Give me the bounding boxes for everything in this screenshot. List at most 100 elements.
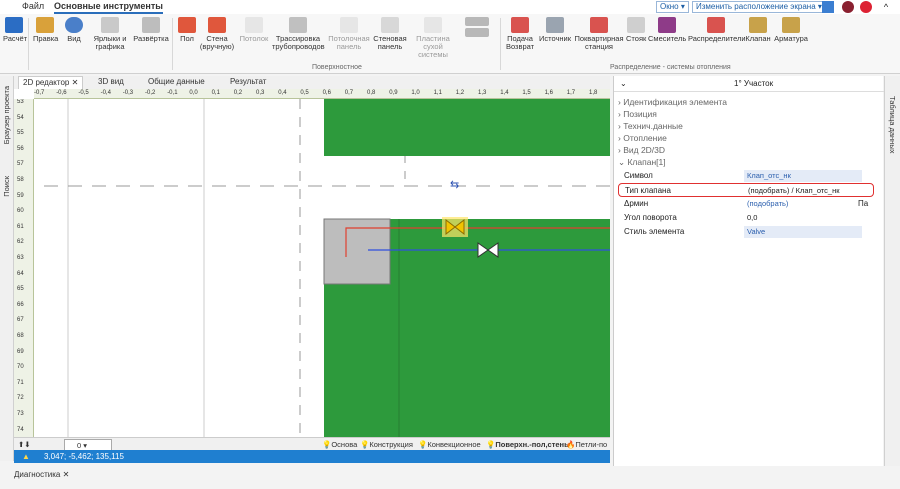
section-heating[interactable]: › Отопление xyxy=(618,133,667,143)
window-button[interactable]: Окно ▾ xyxy=(656,1,689,13)
prop-symbol-value[interactable]: Клап_отс_нк xyxy=(744,170,862,182)
small-tools[interactable] xyxy=(460,17,494,39)
layer-tab-construction[interactable]: 💡Конструкция xyxy=(360,439,413,450)
distributors-button[interactable]: Распределители xyxy=(688,17,746,43)
section-identification[interactable]: › Идентификация элемента xyxy=(618,97,727,107)
edit-button[interactable]: Правка xyxy=(33,17,58,43)
heating-surface-top[interactable] xyxy=(324,99,610,156)
ruler-tick-label: 69 xyxy=(17,348,24,355)
right-sidebar: Таблица данных xyxy=(884,76,900,466)
wall-panel-button[interactable]: Стеновая панель xyxy=(372,17,408,51)
layer-tab-convection[interactable]: 💡Конвекционное xyxy=(418,439,481,450)
properties-title: 1° Участок xyxy=(734,79,774,88)
tab-common-data[interactable]: Общие данные xyxy=(144,76,209,89)
ribbon-divider xyxy=(172,18,173,70)
collapse-chevron-icon[interactable]: ⌄ xyxy=(620,76,627,92)
ruler-tick-label: 1,8 xyxy=(589,90,598,96)
ruler-tick-label: -0,5 xyxy=(78,90,89,96)
search-tab[interactable]: Поиск xyxy=(2,176,11,197)
spread-icon xyxy=(142,17,160,33)
ruler-tick-label: 60 xyxy=(17,208,24,215)
supply-button[interactable]: Подача Возврат xyxy=(504,17,536,51)
prop-symbol: Символ Клап_отс_нк xyxy=(618,169,874,183)
menu-file[interactable]: Файл xyxy=(22,1,44,14)
ruler-tick-label: -0,1 xyxy=(167,90,178,96)
drawing-canvas[interactable]: ⇆ xyxy=(14,89,610,437)
section-tech-data[interactable]: › Технич.данные xyxy=(618,121,683,131)
section-position[interactable]: › Позиция xyxy=(618,109,657,119)
tab-2d-editor[interactable]: 2D редактор ✕ xyxy=(18,76,84,89)
trace-label: Трассировка трубопроводов xyxy=(272,34,325,51)
fittings-label: Арматура xyxy=(774,34,808,43)
section-tech-data-label: Технич.данные xyxy=(623,121,683,131)
prop-style: Стиль элемента Valve xyxy=(618,225,874,239)
canvas-footer: ⬆⬇ 0 ▾ 💡Основа 💡Конструкция 💡Конвекционн… xyxy=(14,437,610,452)
ribbon: Расчёт Правка Вид Ярлыки и графика Развё… xyxy=(0,14,900,74)
collapse-ribbon-icon[interactable]: ^ xyxy=(880,1,892,13)
ruler-tick-label: -0,4 xyxy=(100,90,111,96)
riser-button[interactable]: Стояк xyxy=(626,17,646,43)
window-icon[interactable] xyxy=(822,1,834,13)
supply-icon xyxy=(511,17,529,33)
ruler-tick-label: -0,2 xyxy=(145,90,156,96)
prop-rotation-value[interactable]: 0,0 xyxy=(744,212,862,224)
diagnostics-tab[interactable]: Диагностика ✕ xyxy=(14,470,69,482)
ruler-tick-label: -0,3 xyxy=(122,90,134,96)
prop-style-label: Стиль элемента xyxy=(624,227,685,236)
nav-icons[interactable]: ⬆⬇ xyxy=(18,439,31,450)
ruler-tick-label: 58 xyxy=(17,177,24,183)
section-view-label: Вид 2D/3D xyxy=(623,145,666,155)
trace-button[interactable]: Трассировка трубопроводов xyxy=(272,17,325,51)
app-window: Файл Основные инструменты Окно ▾ Изменит… xyxy=(0,0,900,489)
station-button[interactable]: Поквартирная станция xyxy=(573,17,625,51)
tab-3d-view[interactable]: 3D вид xyxy=(94,76,128,89)
data-table-tab[interactable]: Таблица данных xyxy=(888,96,897,153)
close-icon[interactable]: ✕ xyxy=(72,78,79,87)
dry-plate-button[interactable]: Пластина сухой системы xyxy=(408,17,458,59)
ruler-tick-label: 0,7 xyxy=(344,90,354,96)
source-button[interactable]: Источник xyxy=(538,17,572,43)
spread-button[interactable]: Развёртка xyxy=(133,17,169,43)
ceiling-panel-button[interactable]: Потолочная панель xyxy=(327,17,371,51)
layer-tab-loops[interactable]: 🔥Петли-по xyxy=(566,439,607,450)
grid-tools-icon xyxy=(465,28,489,37)
menu-main-tools[interactable]: Основные инструменты xyxy=(54,1,163,14)
fittings-button[interactable]: Арматура xyxy=(772,17,810,43)
ruler-tick-label: 66 xyxy=(17,301,24,308)
project-browser-tab[interactable]: Браузер проекта xyxy=(2,86,11,144)
view-button[interactable]: Вид xyxy=(64,17,84,43)
warning-icon[interactable]: ▲ xyxy=(22,450,30,463)
floor-button[interactable]: Пол xyxy=(177,17,197,43)
help-icon[interactable] xyxy=(842,1,854,13)
station-icon xyxy=(590,17,608,33)
layer-tab-loops-label: Петли-по xyxy=(575,440,608,449)
ruler-tick-label: 0,1 xyxy=(211,90,220,96)
ruler-tick-label: 0,5 xyxy=(300,90,309,96)
prop-dp-min-value[interactable]: (подобрать) xyxy=(744,198,862,210)
move-handle-icon[interactable]: ⇆ xyxy=(450,179,459,191)
section-view[interactable]: › Вид 2D/3D xyxy=(618,145,665,155)
valve-ribbon-button[interactable]: Клапан xyxy=(745,17,771,43)
layer-tab-surface[interactable]: 💡Поверхн.-пол,стены xyxy=(486,439,571,450)
floor-label: Пол xyxy=(180,34,194,43)
layer-select-value: 0 xyxy=(77,441,82,450)
layout-button[interactable]: Изменить расположение экрана ▾ xyxy=(692,1,826,13)
coordinates: 3,047; -5,462; 135,115 xyxy=(44,452,124,461)
prop-style-value[interactable]: Valve xyxy=(744,226,862,238)
app-logo-icon[interactable] xyxy=(860,1,872,13)
wall-button[interactable]: Стена (вручную) xyxy=(199,17,235,51)
prop-valve-type-value[interactable]: (подобрать) / Клап_отс_нк xyxy=(745,185,863,197)
ruler-tick-label: 68 xyxy=(17,333,24,339)
distributor-box[interactable] xyxy=(323,218,391,285)
labels-button[interactable]: Ярлыки и графика xyxy=(90,17,130,51)
supply-label: Подача Возврат xyxy=(505,34,535,51)
horizontal-ruler: -0,7 -0,6 -0,5 -0,4 -0,3 -0,2 -0,1 0,0 0,1 0,2 0,3… xyxy=(34,89,610,99)
layer-tab-construction-label: Конструкция xyxy=(369,440,413,449)
tab-result[interactable]: Результат xyxy=(226,76,270,89)
calc-button[interactable]: Расчёт xyxy=(3,17,27,43)
mixer-button[interactable]: Смеситель xyxy=(648,17,686,43)
ceiling-button[interactable]: Потолок xyxy=(238,17,270,43)
ruler-tick-label: 71 xyxy=(17,379,24,386)
layer-tab-base[interactable]: 💡Основа xyxy=(322,439,357,450)
section-valve[interactable]: ⌄ Клапан[1] xyxy=(618,157,666,168)
